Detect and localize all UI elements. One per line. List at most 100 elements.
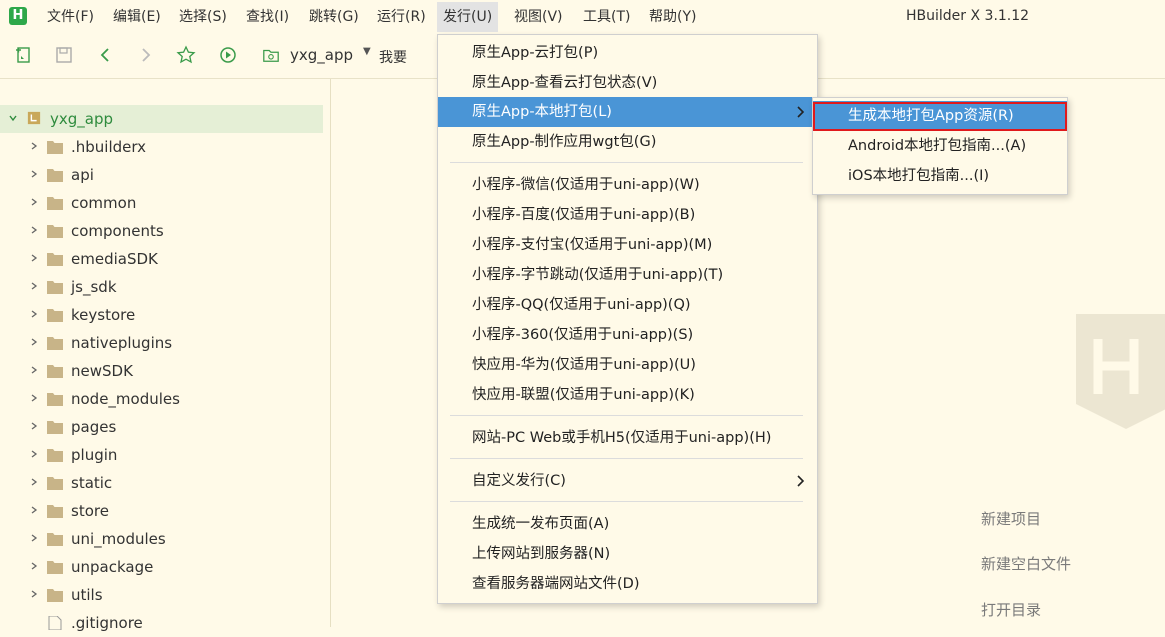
tree-item[interactable]: js_sdk [0, 273, 323, 301]
tree-item-label: node_modules [71, 390, 180, 408]
tree-item-label: utils [71, 586, 103, 604]
hbuilder-watermark-icon [1076, 314, 1165, 429]
menu-item-upload-server[interactable]: 上传网站到服务器(N) [438, 539, 817, 569]
tree-item[interactable]: uni_modules [0, 525, 323, 553]
forward-icon[interactable] [136, 45, 156, 65]
folder-icon [47, 393, 63, 406]
chevron-right-icon[interactable] [30, 282, 38, 290]
chevron-right-icon[interactable] [30, 142, 38, 150]
menu-item-mp-weixin[interactable]: 小程序-微信(仅适用于uni-app)(W) [438, 170, 817, 200]
chevron-right-icon[interactable] [30, 366, 38, 374]
new-project-link[interactable]: 新建项目 [981, 508, 1041, 529]
menu-goto[interactable]: 跳转(G) [307, 7, 361, 27]
folder-icon [47, 169, 63, 182]
tree-item[interactable]: newSDK [0, 357, 323, 385]
folder-icon [47, 197, 63, 210]
menu-item-mp-360[interactable]: 小程序-360(仅适用于uni-app)(S) [438, 320, 817, 350]
file-icon [48, 616, 62, 630]
new-file-icon[interactable] [14, 45, 34, 65]
tree-item-label: store [71, 502, 109, 520]
tree-item[interactable]: components [0, 217, 323, 245]
hbuilder-logo-icon: H [9, 7, 27, 25]
tree-item-label: static [71, 474, 113, 492]
project-icon [27, 111, 41, 125]
submenu-item-ios-guide[interactable]: iOS本地打包指南...(I) [813, 161, 1067, 191]
tree-item-label: .gitignore [71, 614, 143, 632]
menu-item-mp-baidu[interactable]: 小程序-百度(仅适用于uni-app)(B) [438, 200, 817, 230]
tree-item[interactable]: keystore [0, 301, 323, 329]
tree-item[interactable]: common [0, 189, 323, 217]
tree-item[interactable]: unpackage [0, 553, 323, 581]
new-blank-file-link[interactable]: 新建空白文件 [981, 553, 1071, 574]
folder-icon [47, 253, 63, 266]
chevron-right-icon[interactable] [30, 562, 38, 570]
menu-item-view-server-files[interactable]: 查看服务器端网站文件(D) [438, 569, 817, 599]
menu-item-app-local-pack[interactable]: 原生App-本地打包(L) [438, 97, 817, 127]
chevron-right-icon[interactable] [30, 450, 38, 458]
submenu-item-android-guide[interactable]: Android本地打包指南...(A) [813, 131, 1067, 161]
menu-item-app-cloud-status[interactable]: 原生App-查看云打包状态(V) [438, 68, 817, 98]
menu-item-mp-toutiao[interactable]: 小程序-字节跳动(仅适用于uni-app)(T) [438, 260, 817, 290]
open-directory-link[interactable]: 打开目录 [981, 599, 1041, 620]
chevron-right-icon[interactable] [30, 226, 38, 234]
tree-item[interactable]: static [0, 469, 323, 497]
tree-item[interactable]: plugin [0, 441, 323, 469]
folder-icon [47, 477, 63, 490]
chevron-right-icon[interactable] [30, 506, 38, 514]
folder-icon [47, 505, 63, 518]
chevron-right-icon[interactable] [30, 478, 38, 486]
menu-view[interactable]: 视图(V) [512, 7, 565, 27]
folder-icon [47, 309, 63, 322]
chevron-right-icon[interactable] [30, 534, 38, 542]
back-icon[interactable] [95, 45, 115, 65]
project-tab-label[interactable]: yxg_app [290, 46, 353, 64]
chevron-right-icon[interactable] [30, 338, 38, 346]
chevron-down-icon[interactable] [9, 114, 17, 122]
tree-item[interactable]: pages [0, 413, 323, 441]
tree-item[interactable]: emediaSDK [0, 245, 323, 273]
menu-item-mp-alipay[interactable]: 小程序-支付宝(仅适用于uni-app)(M) [438, 230, 817, 260]
menu-item-quickapp-union[interactable]: 快应用-联盟(仅适用于uni-app)(K) [438, 380, 817, 410]
menu-item-custom-publish[interactable]: 自定义发行(C) [438, 466, 817, 496]
tree-item[interactable]: utils [0, 581, 323, 609]
menu-run[interactable]: 运行(R) [375, 7, 428, 27]
tree-item[interactable]: nativeplugins [0, 329, 323, 357]
chevron-right-icon[interactable] [30, 394, 38, 402]
menu-item-app-cloud-pack[interactable]: 原生App-云打包(P) [438, 38, 817, 68]
submenu-item-generate-local-resources[interactable]: 生成本地打包App资源(R) [813, 101, 1067, 131]
folder-icon [47, 533, 63, 546]
menu-help[interactable]: 帮助(Y) [647, 7, 698, 27]
chevron-right-icon[interactable] [30, 590, 38, 598]
tree-item[interactable]: .gitignore [0, 609, 323, 637]
tree-item[interactable]: store [0, 497, 323, 525]
menu-item-app-wgt[interactable]: 原生App-制作应用wgt包(G) [438, 127, 817, 157]
menu-select[interactable]: 选择(S) [177, 7, 229, 27]
menu-separator [450, 501, 803, 502]
tree-root-project[interactable]: yxg_app [0, 105, 323, 133]
chevron-right-icon[interactable] [30, 310, 38, 318]
menu-item-mp-qq[interactable]: 小程序-QQ(仅适用于uni-app)(Q) [438, 290, 817, 320]
save-icon[interactable] [54, 45, 74, 65]
menu-tools[interactable]: 工具(T) [581, 7, 632, 27]
tree-item[interactable]: api [0, 161, 323, 189]
chevron-right-icon[interactable] [30, 170, 38, 178]
tree-item-label: keystore [71, 306, 136, 324]
chevron-right-icon[interactable] [30, 254, 38, 262]
folder-icon [47, 365, 63, 378]
tree-item-label: common [71, 194, 137, 212]
run-icon[interactable] [218, 45, 238, 65]
menu-file[interactable]: 文件(F) [45, 7, 96, 27]
menu-publish[interactable]: 发行(U) [437, 2, 499, 32]
menu-item-release-page[interactable]: 生成统一发布页面(A) [438, 509, 817, 539]
menu-item-web-h5[interactable]: 网站-PC Web或手机H5(仅适用于uni-app)(H) [438, 423, 817, 453]
menu-edit[interactable]: 编辑(E) [111, 7, 163, 27]
menu-find[interactable]: 查找(I) [244, 7, 291, 27]
chevron-right-icon[interactable] [30, 422, 38, 430]
star-icon[interactable] [176, 45, 196, 65]
tree-item[interactable]: .hbuilderx [0, 133, 323, 161]
menu-item-quickapp-huawei[interactable]: 快应用-华为(仅适用于uni-app)(U) [438, 350, 817, 380]
tree-item[interactable]: node_modules [0, 385, 323, 413]
search-input[interactable]: 我要 [379, 47, 407, 67]
project-dropdown-icon[interactable]: ▼ [363, 46, 371, 57]
chevron-right-icon[interactable] [30, 198, 38, 206]
